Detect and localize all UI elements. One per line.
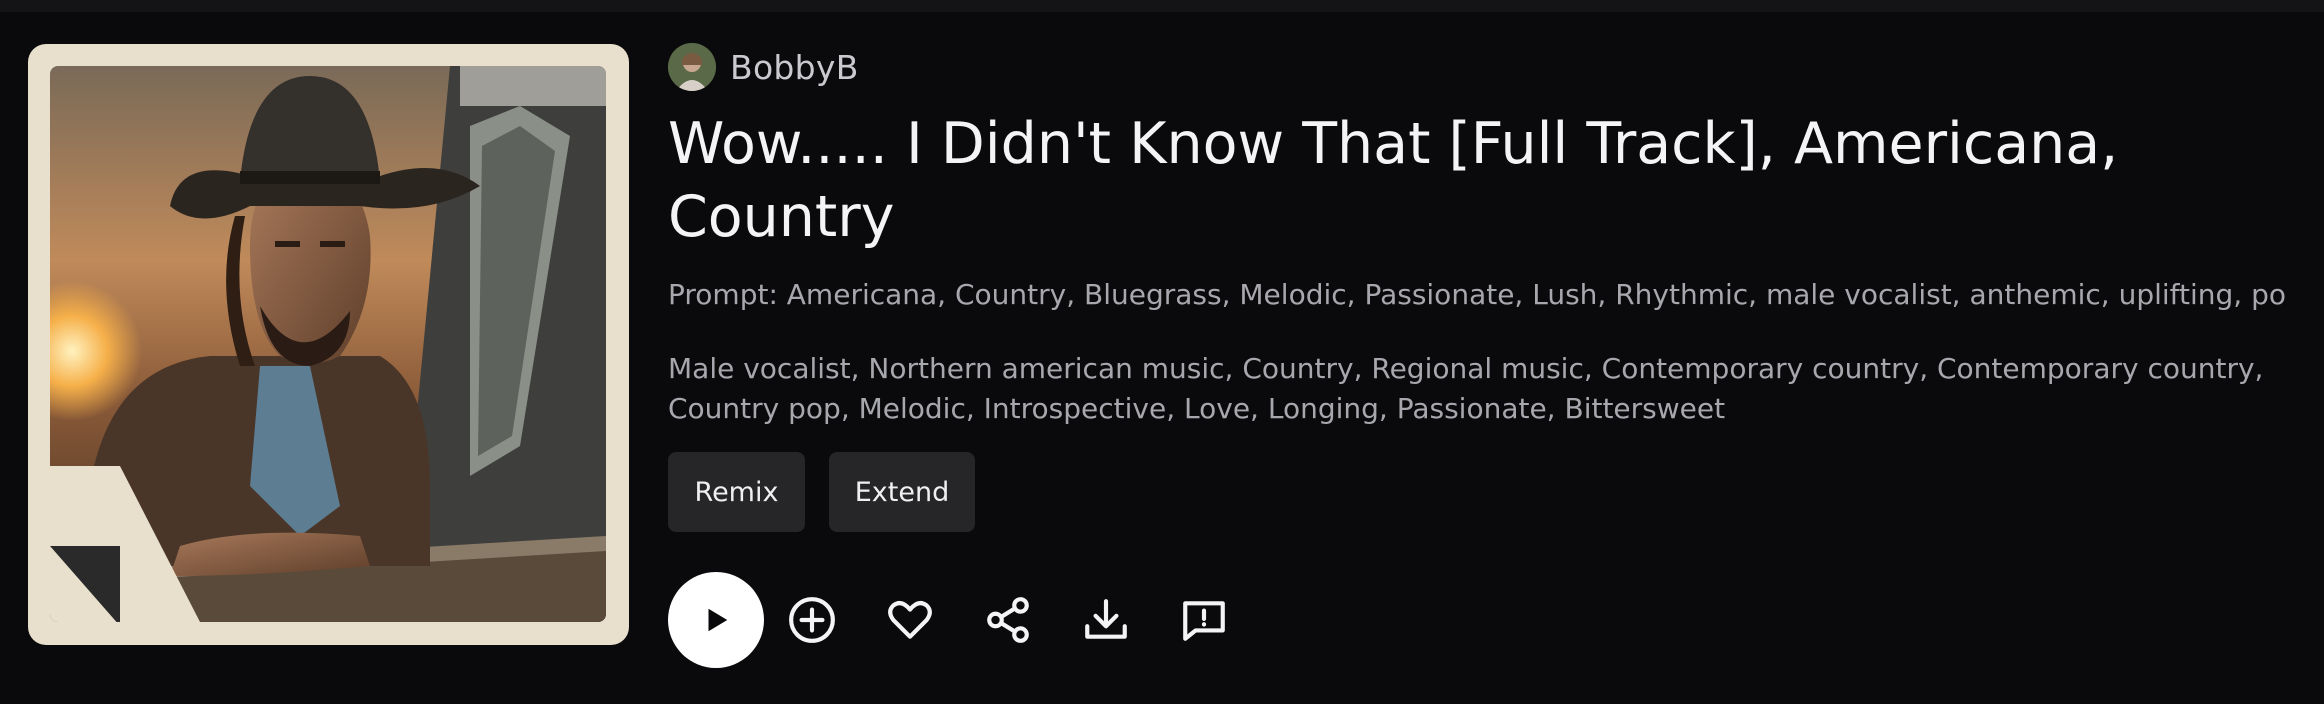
author-name[interactable]: BobbyB xyxy=(730,48,859,87)
plus-circle-icon xyxy=(789,597,835,643)
download-icon xyxy=(1085,599,1127,639)
remix-button[interactable]: Remix xyxy=(668,452,805,532)
like-button[interactable] xyxy=(882,592,938,648)
action-buttons: Remix Extend xyxy=(668,452,975,532)
avatar[interactable] xyxy=(668,43,716,91)
song-title: Wow..... I Didn't Know That [Full Track]… xyxy=(668,111,2119,250)
play-icon xyxy=(708,608,728,632)
add-to-playlist-button[interactable] xyxy=(784,592,840,648)
share-button[interactable] xyxy=(980,592,1036,648)
download-button[interactable] xyxy=(1078,592,1134,648)
share-icon xyxy=(987,597,1029,643)
heart-icon xyxy=(888,601,932,639)
cover-art-image xyxy=(50,66,606,622)
song-tags: Male vocalist, Northern american music, … xyxy=(668,352,2264,425)
player-actions xyxy=(668,572,1274,668)
author[interactable]: BobbyB xyxy=(668,42,859,92)
play-button[interactable] xyxy=(668,572,764,668)
cover-art-frame[interactable] xyxy=(28,44,629,645)
report-icon xyxy=(1183,601,1225,641)
top-bar xyxy=(0,0,2324,12)
report-button[interactable] xyxy=(1176,592,1232,648)
extend-button[interactable]: Extend xyxy=(829,452,975,532)
song-prompt: Prompt: Americana, Country, Bluegrass, M… xyxy=(668,278,2288,311)
